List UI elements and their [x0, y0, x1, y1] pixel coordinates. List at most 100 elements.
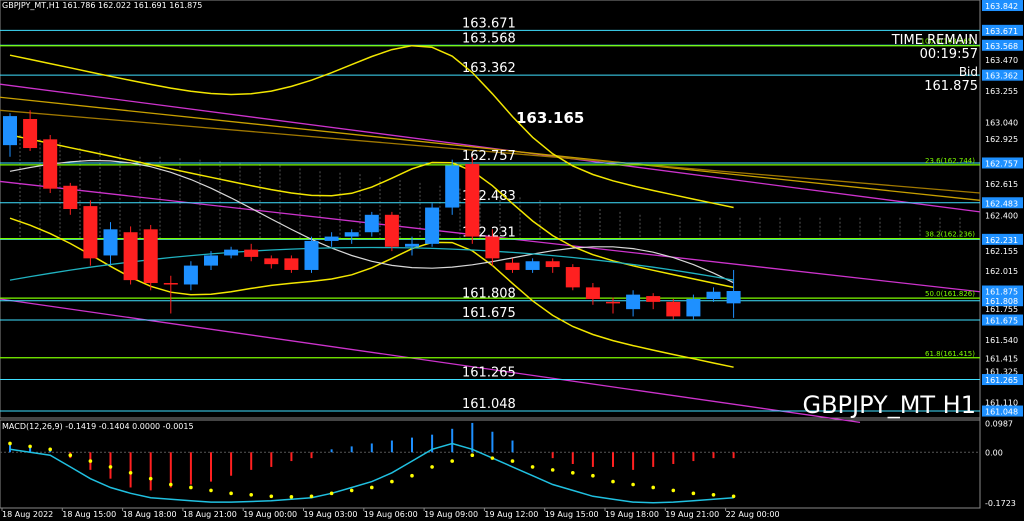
price-axis-tick: 163.568 — [985, 42, 1018, 51]
fib-level-label: 23.6(162.744) — [925, 157, 975, 165]
macd-panel-frame — [0, 419, 981, 509]
macd-dot — [571, 471, 575, 475]
candle-body — [123, 232, 138, 281]
time-axis-tick: 22 Aug 00:00 — [726, 510, 780, 519]
price-axis-tick: 162.925 — [985, 135, 1018, 144]
bollinger-middle — [9, 134, 734, 289]
time-axis-tick: 18 Aug 21:00 — [183, 510, 237, 519]
candle-body — [384, 214, 399, 247]
price-axis-tick: 162.155 — [985, 247, 1018, 256]
candle-body — [364, 214, 379, 233]
macd-dot — [229, 491, 233, 496]
candle-body — [163, 283, 178, 285]
macd-dot — [48, 447, 52, 452]
candle-body — [63, 185, 78, 209]
time-axis-tick: 19 Aug 21:00 — [665, 510, 719, 519]
price-axis-tick: 161.540 — [985, 336, 1018, 345]
candle-body — [646, 296, 661, 302]
chart-window[interactable]: { "header": {"symbol_line": "GBPJPY_MT,H… — [0, 0, 1024, 521]
macd-dot — [731, 494, 736, 499]
macd-dot — [550, 468, 555, 472]
candle-body — [485, 236, 500, 259]
candle-body — [545, 261, 560, 268]
candle-body — [3, 116, 17, 146]
time-remain-value: 00:19:57 — [919, 47, 978, 62]
candle-body — [666, 301, 681, 317]
price-level-label: 163.568 — [462, 31, 516, 46]
macd-dot — [8, 441, 12, 446]
bollinger-lower — [9, 217, 734, 368]
price-axis-tick: 163.255 — [985, 87, 1018, 96]
time-axis-tick: 19 Aug 06:00 — [364, 510, 418, 519]
macd-axis-tick: 0.0987 — [985, 419, 1013, 428]
candle-body — [83, 206, 98, 259]
macd-dot — [611, 479, 615, 484]
candle-body — [224, 249, 239, 256]
macd-dot — [329, 491, 334, 496]
macd-dot — [269, 494, 274, 499]
price-level-label: 163.671 — [462, 16, 516, 31]
price-axis-tick: 162.400 — [985, 211, 1018, 220]
bid-value: 161.875 — [924, 79, 978, 94]
macd-label: MACD(12,26,9) -0.1419 -0.1404 0.0000 -0.… — [2, 422, 194, 431]
candle-body — [183, 265, 198, 285]
macd-dot — [349, 488, 354, 493]
macd-dot — [711, 493, 716, 497]
candle-body — [465, 164, 480, 237]
macd-dot — [88, 459, 93, 463]
candle-body — [324, 236, 339, 241]
macd-dot — [148, 476, 153, 481]
price-chart[interactable]: 163.671163.568163.362162.757162.483162.2… — [0, 0, 1024, 521]
candle-body — [626, 294, 641, 310]
candle-body — [505, 262, 520, 270]
candle-body — [525, 261, 540, 270]
symbol-ohlc-header: GBPJPY_MT,H1 161.786 162.022 161.691 161… — [2, 1, 203, 10]
candle-body — [43, 139, 58, 189]
price-axis-tick: 162.015 — [985, 267, 1018, 276]
price-axis-tick: 162.483 — [985, 199, 1018, 208]
price-level-label: 162.757 — [462, 149, 516, 164]
price-axis-tick: 163.671 — [985, 27, 1018, 36]
candle-body — [103, 229, 118, 256]
macd-axis-tick: -0.1723 — [985, 499, 1016, 508]
time-axis-tick: 18 Aug 15:00 — [62, 510, 116, 519]
macd-dot — [370, 485, 374, 490]
price-axis-tick: 161.875 — [985, 288, 1018, 297]
price-axis-tick: 161.415 — [985, 354, 1018, 363]
macd-dot — [691, 491, 696, 496]
price-axis-tick: 161.265 — [985, 376, 1018, 385]
macd-dot — [28, 444, 32, 449]
macd-dot — [530, 465, 535, 469]
macd-dot — [309, 494, 314, 499]
macd-dot — [510, 459, 515, 463]
macd-dot — [128, 471, 133, 475]
price-level-label: 161.265 — [462, 366, 516, 381]
candle-body — [726, 291, 741, 304]
price-level-label: 163.362 — [462, 61, 516, 76]
macd-dot — [249, 493, 253, 497]
macd-dot — [189, 485, 193, 490]
candle-body — [565, 267, 580, 288]
macd-axis-tick: 0.00 — [985, 448, 1003, 457]
price-axis-tick: 163.362 — [985, 72, 1018, 81]
candle-body — [405, 243, 419, 247]
candle-body — [244, 249, 259, 257]
macd-dot — [108, 465, 113, 469]
macd-dot — [68, 453, 73, 458]
price-axis-tick: 162.615 — [985, 180, 1018, 189]
price-level-label: 161.675 — [462, 306, 516, 321]
time-remain-label: TIME REMAIN — [891, 33, 978, 48]
macd-dot — [169, 482, 173, 487]
candle-body — [344, 232, 359, 237]
time-axis-tick: 19 Aug 00:00 — [243, 510, 297, 519]
symbol-watermark: GBPJPY_MT H1 — [802, 391, 976, 419]
fib-level-label: 38.2(162.236) — [925, 231, 975, 239]
macd-dot — [490, 456, 495, 460]
macd-dot — [390, 479, 394, 484]
candle-body — [304, 240, 319, 270]
fib-level-label: 50.0(161.826) — [925, 290, 975, 298]
macd-dot — [289, 495, 294, 499]
macd-dot — [631, 482, 635, 487]
price-axis-tick: 161.048 — [985, 408, 1018, 417]
fib-level-label: 61.8(161.415) — [925, 350, 975, 358]
